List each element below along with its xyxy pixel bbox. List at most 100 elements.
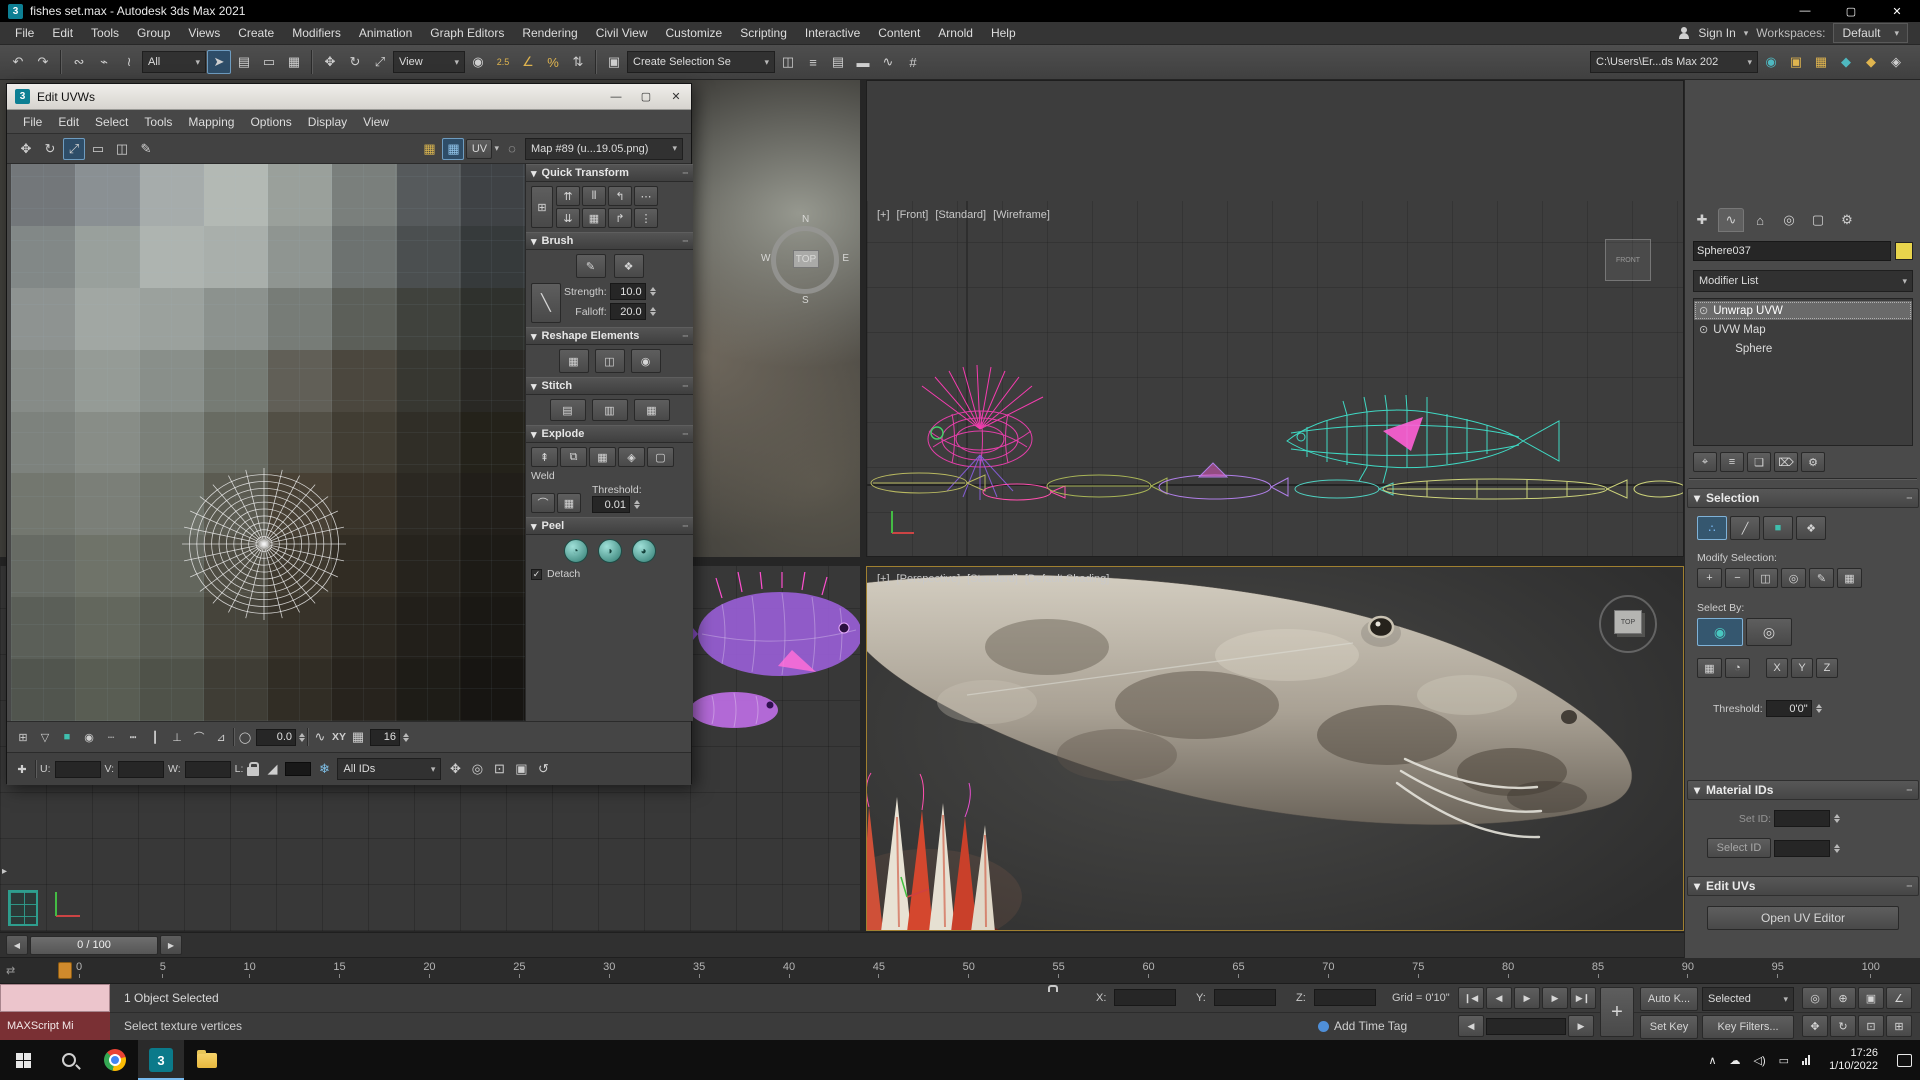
select-by-material-button[interactable]: ◔	[1725, 658, 1750, 678]
stack-row-uvw-map[interactable]: ⊙ UVW Map	[1694, 320, 1912, 339]
mirror-axis-icon[interactable]: ┃	[145, 727, 165, 747]
uv-rotate-icon[interactable]: ↻	[39, 138, 61, 160]
menu-item[interactable]: Modifiers	[283, 23, 350, 43]
previous-key-button[interactable]: ◀	[1458, 1015, 1484, 1037]
set-key-button[interactable]: Set Key	[1640, 1015, 1698, 1039]
configure-modifier-sets-icon[interactable]: ⚙	[1801, 452, 1825, 472]
menu-item[interactable]: Create	[229, 23, 283, 43]
texel-color-swatch[interactable]	[285, 762, 312, 776]
modifier-list-select[interactable]: Modifier List ▾	[1693, 270, 1913, 292]
sign-in-caret-icon[interactable]: ▾	[1744, 28, 1749, 39]
select-by-name-icon[interactable]: ▤	[232, 50, 256, 74]
sign-in-button[interactable]: Sign In	[1698, 26, 1735, 40]
battery-icon[interactable]: ▭	[1779, 1054, 1789, 1067]
weld-together-button[interactable]: ⌒	[531, 493, 555, 513]
maxscript-mini-recorder[interactable]	[0, 984, 110, 1012]
curve-editor-icon[interactable]: ∿	[876, 50, 900, 74]
rectangular-selection-icon[interactable]: ▭	[257, 50, 281, 74]
linear-align-h-button[interactable]: ⋯	[634, 186, 658, 206]
select-by-smoothing-button[interactable]: ▦	[1697, 658, 1722, 678]
visibility-eye-icon[interactable]: ⊙	[1699, 304, 1708, 317]
selection-set-select[interactable]: Selected ▾	[1702, 987, 1794, 1011]
x-coordinate-input[interactable]	[1114, 989, 1176, 1006]
taskbar-chrome[interactable]	[92, 1040, 138, 1080]
project-folder-select[interactable]: C:\Users\Er...ds Max 202 ▾	[1590, 51, 1758, 73]
absolute-offset-icon[interactable]: ✚	[13, 760, 31, 778]
menu-item[interactable]: Scripting	[731, 23, 796, 43]
set-keys-button[interactable]: +	[1600, 987, 1634, 1037]
viewport-label-token[interactable]: [Wireframe]	[993, 209, 1050, 221]
spinner-arrows[interactable]	[649, 304, 656, 319]
uv-freeform-icon[interactable]: ▭	[87, 138, 109, 160]
rollout-material-ids[interactable]: ▾ Material IDs ┉	[1687, 780, 1919, 800]
weld-all-button[interactable]: ▦	[557, 493, 581, 513]
align-selector-button[interactable]: ⊞	[531, 186, 553, 228]
select-by-element-toggle[interactable]: ◉	[1697, 618, 1743, 646]
material-editor-icon[interactable]: ◉	[1759, 50, 1783, 74]
next-frame-arrow[interactable]: ▶	[160, 935, 182, 955]
uv-mirror-icon[interactable]: ◫	[111, 138, 133, 160]
menu-item[interactable]: Rendering	[513, 23, 586, 43]
falloff-curve-icon[interactable]: ∿	[310, 727, 330, 747]
menu-item[interactable]: Customize	[657, 23, 732, 43]
viewport-label-token[interactable]: [+]	[877, 573, 890, 585]
ring-selection-button[interactable]: ◎	[1781, 568, 1806, 588]
v-input[interactable]	[118, 760, 165, 778]
percent-snap-icon[interactable]: %	[541, 50, 565, 74]
render-setup-icon[interactable]: ▣	[1784, 50, 1808, 74]
track-bar-grip-icon[interactable]: ⇄	[6, 964, 15, 977]
grid-snap-icon[interactable]: ▦	[348, 727, 368, 747]
viewport-perspective[interactable]: [+] [Perspective] [Standard] [Default Shadi…	[866, 566, 1684, 931]
set-id-input[interactable]	[1774, 810, 1830, 827]
uv-zoom-region-icon[interactable]: ⊡	[489, 759, 509, 779]
menu-item[interactable]: Help	[982, 23, 1025, 43]
menu-item[interactable]: Mapping	[180, 113, 242, 131]
menu-item[interactable]: Options	[242, 113, 299, 131]
go-to-start-button[interactable]: ❙◀	[1458, 987, 1484, 1009]
rollout-reshape-elements[interactable]: ▾ Reshape Elements ┉	[526, 327, 693, 345]
menu-item[interactable]: Content	[869, 23, 929, 43]
object-color-swatch[interactable]	[1895, 242, 1913, 260]
taskbar-clock[interactable]: 17:26 1/10/2022	[1829, 1047, 1878, 1073]
rollout-peel[interactable]: ▾ Peel ┉	[526, 517, 693, 535]
orbit-icon[interactable]: ↻	[1830, 1015, 1856, 1037]
convert-selection-button[interactable]: ▦	[1837, 568, 1862, 588]
planar-angle-toggle[interactable]: ◎	[1746, 618, 1792, 646]
minimize-button[interactable]: —	[1782, 0, 1828, 22]
uv-zoom-selected-icon[interactable]: ↺	[533, 759, 553, 779]
element-mode-button[interactable]: ❖	[1796, 516, 1826, 540]
lasso-select-icon[interactable]: ◌	[501, 138, 523, 160]
flatten-by-id-button[interactable]: ⧉	[560, 447, 587, 467]
menu-item[interactable]: Edit	[43, 23, 82, 43]
show-end-result-icon[interactable]: ≡	[1720, 452, 1744, 472]
grow-selection-button[interactable]: +	[1697, 568, 1722, 588]
menu-item[interactable]: File	[6, 23, 43, 43]
detach-checkbox[interactable]: ✓	[531, 568, 542, 580]
menu-item[interactable]: File	[15, 113, 50, 131]
spinner-snap-icon[interactable]: ⇅	[566, 50, 590, 74]
falloff-input[interactable]	[609, 303, 646, 320]
make-rectangular-button[interactable]: ◫	[594, 349, 625, 373]
quick-peel-button[interactable]: ◔	[563, 539, 588, 563]
uv-pan-icon[interactable]: ✥	[445, 759, 465, 779]
taskbar-3ds-max[interactable]: 3	[138, 1040, 184, 1080]
viewport-label-token[interactable]: [Standard]	[935, 209, 986, 221]
network-icon[interactable]	[1802, 1055, 1811, 1065]
pan-icon[interactable]: ✥	[1802, 1015, 1828, 1037]
rotate-ccw-button[interactable]: ↰	[608, 186, 632, 206]
viewcube-top-face[interactable]: TOP	[793, 250, 819, 268]
viewport-front[interactable]: [+] [Front] [Standard] [Wireframe] FRONT	[866, 80, 1684, 557]
rotate-angle-input[interactable]	[256, 728, 296, 746]
grid-size-input[interactable]	[370, 728, 401, 746]
compass-north-label[interactable]: N	[802, 214, 809, 225]
peel-mode-button[interactable]: ◑	[597, 539, 622, 563]
axis-z-button[interactable]: Z	[1816, 658, 1838, 678]
menu-item[interactable]: Animation	[350, 23, 421, 43]
select-and-rotate-icon[interactable]: ↻	[343, 50, 367, 74]
uvw-minimize-button[interactable]: —	[601, 86, 631, 108]
falloff-linear-icon[interactable]: ▽	[35, 727, 55, 747]
select-object-icon[interactable]: ➤	[207, 50, 231, 74]
previous-frame-arrow[interactable]: ◀	[6, 935, 28, 955]
flatten-by-smoothing-button[interactable]: ⇞	[531, 447, 558, 467]
viewport-edge-marker-icon[interactable]: ▸	[2, 866, 7, 877]
